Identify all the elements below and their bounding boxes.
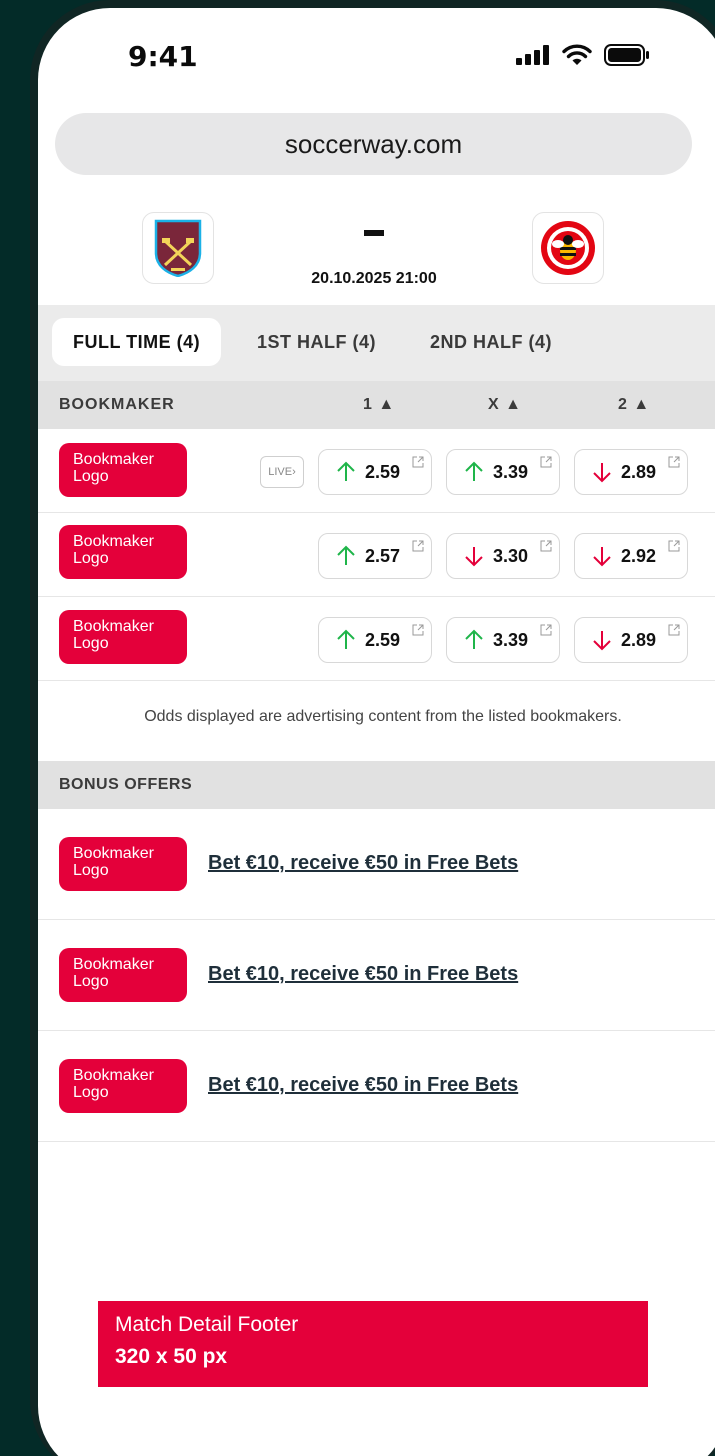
live-badge[interactable]: LIVE› — [260, 456, 304, 488]
bonus-offer-link[interactable]: Bet €10, receive €50 in Free Bets — [208, 1074, 518, 1097]
match-datetime: 20.10.2025 21:00 — [311, 270, 437, 287]
score-separator — [364, 230, 384, 236]
odd-home[interactable]: 2.59 — [318, 617, 432, 663]
external-link-icon — [540, 456, 552, 468]
phone-screen: 9:41 soccerway.com 20.10.2025 21:00 FULL… — [38, 8, 715, 1456]
odds-row: Bookmaker Logo LIVE› 2.59 3.39 2.89 — [38, 429, 715, 513]
arrow-down-icon — [593, 631, 611, 651]
odds-row: Bookmaker Logo 2.59 3.39 2.89 — [38, 597, 715, 681]
address-bar[interactable]: soccerway.com — [55, 113, 692, 175]
arrow-up-icon — [337, 629, 355, 649]
bookmaker-logo[interactable]: Bookmaker Logo — [59, 610, 187, 664]
odd-value: 3.30 — [493, 546, 529, 566]
odd-away[interactable]: 2.92 — [574, 533, 688, 579]
bonus-offer-row: Bookmaker Logo Bet €10, receive €50 in F… — [38, 920, 715, 1031]
bonus-offers-header: BONUS OFFERS — [38, 761, 715, 809]
brentford-crest-icon — [541, 221, 595, 275]
bonus-offers-title: BONUS OFFERS — [59, 776, 193, 793]
signal-icon — [516, 45, 549, 65]
bonus-offer-link[interactable]: Bet €10, receive €50 in Free Bets — [208, 963, 518, 986]
odd-draw[interactable]: 3.30 — [446, 533, 560, 579]
arrow-up-icon — [337, 545, 355, 565]
odds-table-header: BOOKMAKER 1 ▲ X ▲ 2 ▲ — [38, 381, 715, 429]
header-col-1[interactable]: 1 ▲ — [363, 396, 395, 414]
footer-ad-size: 320 x 50 px — [115, 1345, 228, 1368]
bonus-offer-link[interactable]: Bet €10, receive €50 in Free Bets — [208, 852, 518, 875]
wifi-icon — [562, 44, 592, 65]
odd-away[interactable]: 2.89 — [574, 617, 688, 663]
odd-value: 3.39 — [493, 462, 529, 482]
odd-home[interactable]: 2.57 — [318, 533, 432, 579]
odd-value: 2.92 — [621, 546, 657, 566]
odd-draw[interactable]: 3.39 — [446, 617, 560, 663]
external-link-icon — [540, 540, 552, 552]
odd-away[interactable]: 2.89 — [574, 449, 688, 495]
odds-row: Bookmaker Logo 2.57 3.30 2.92 — [38, 513, 715, 597]
status-icons — [516, 44, 650, 66]
arrow-up-icon — [465, 461, 483, 481]
bookmaker-logo[interactable]: Bookmaker Logo — [59, 525, 187, 579]
home-team-crest[interactable] — [142, 212, 214, 284]
odd-value: 3.39 — [493, 630, 529, 650]
header-bookmaker: BOOKMAKER — [59, 396, 175, 413]
external-link-icon — [412, 624, 424, 636]
odd-value: 2.59 — [365, 462, 401, 482]
bookmaker-logo[interactable]: Bookmaker Logo — [59, 1059, 187, 1113]
odd-value: 2.89 — [621, 630, 657, 650]
external-link-icon — [668, 540, 680, 552]
arrow-down-icon — [593, 463, 611, 483]
odd-value: 2.59 — [365, 630, 401, 650]
west-ham-crest-icon — [154, 219, 202, 277]
arrow-down-icon — [593, 547, 611, 567]
tab-second-half[interactable]: 2ND HALF (4) — [430, 318, 552, 366]
external-link-icon — [412, 540, 424, 552]
header-col-2[interactable]: 2 ▲ — [618, 396, 650, 414]
tab-full-time[interactable]: FULL TIME (4) — [52, 318, 222, 366]
odd-draw[interactable]: 3.39 — [446, 449, 560, 495]
external-link-icon — [668, 456, 680, 468]
status-bar: 9:41 — [38, 8, 715, 98]
battery-icon — [604, 44, 649, 66]
arrow-up-icon — [465, 629, 483, 649]
arrow-down-icon — [465, 547, 483, 567]
arrow-up-icon — [337, 461, 355, 481]
odd-value: 2.57 — [365, 546, 401, 566]
bonus-offer-row: Bookmaker Logo Bet €10, receive €50 in F… — [38, 809, 715, 920]
odd-value: 2.89 — [621, 462, 657, 482]
bookmaker-logo[interactable]: Bookmaker Logo — [59, 837, 187, 891]
odds-disclaimer: Odds displayed are advertising content f… — [144, 708, 622, 725]
external-link-icon — [412, 456, 424, 468]
status-time: 9:41 — [128, 40, 198, 73]
bookmaker-logo[interactable]: Bookmaker Logo — [59, 443, 187, 497]
footer-ad-banner[interactable]: Match Detail Footer 320 x 50 px — [98, 1301, 648, 1387]
header-col-x[interactable]: X ▲ — [488, 396, 522, 414]
bookmaker-logo[interactable]: Bookmaker Logo — [59, 948, 187, 1002]
external-link-icon — [668, 624, 680, 636]
away-team-crest[interactable] — [532, 212, 604, 284]
footer-ad-title: Match Detail Footer — [115, 1313, 299, 1336]
period-tabs: FULL TIME (4) 1ST HALF (4) 2ND HALF (4) — [38, 305, 715, 381]
external-link-icon — [540, 624, 552, 636]
tab-first-half[interactable]: 1ST HALF (4) — [257, 318, 376, 366]
bonus-offer-row: Bookmaker Logo Bet €10, receive €50 in F… — [38, 1031, 715, 1142]
url-text: soccerway.com — [284, 128, 463, 159]
odd-home[interactable]: 2.59 — [318, 449, 432, 495]
